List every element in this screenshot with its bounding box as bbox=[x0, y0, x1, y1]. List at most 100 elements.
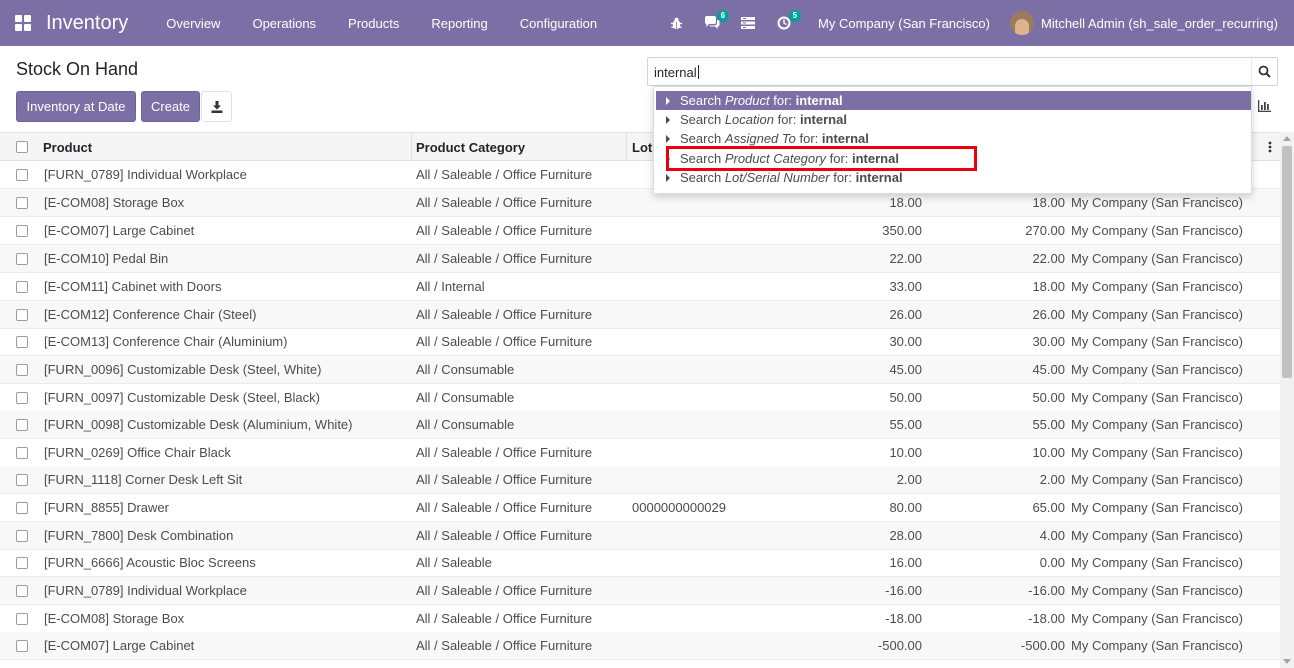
row-checkbox[interactable] bbox=[16, 557, 28, 569]
row-checkbox[interactable] bbox=[16, 392, 28, 404]
table-row[interactable]: [E-COM11] Cabinet with Doors All / Intern… bbox=[0, 273, 1280, 301]
table-row[interactable]: [FURN_0789] Individual Workplace All / Sa… bbox=[0, 577, 1280, 605]
row-checkbox[interactable] bbox=[16, 281, 28, 293]
search-suggestion-item[interactable]: Search Location for: internal bbox=[656, 110, 1251, 129]
row-checkbox[interactable] bbox=[16, 530, 28, 542]
row-checkbox[interactable] bbox=[16, 197, 28, 209]
column-product[interactable]: Product bbox=[38, 133, 412, 161]
chat-badge: 6 bbox=[716, 10, 730, 22]
cell-product-category: All / Saleable / Office Furniture bbox=[416, 500, 593, 515]
create-button[interactable]: Create bbox=[141, 91, 200, 122]
column-product-category[interactable]: Product Category bbox=[412, 133, 627, 161]
table-row[interactable]: [E-COM12] Conference Chair (Steel) All / … bbox=[0, 301, 1280, 329]
bug-icon[interactable] bbox=[658, 0, 694, 46]
cell-quantity: 80.00 bbox=[889, 500, 922, 515]
activity-clock-icon[interactable]: 5 bbox=[766, 0, 802, 46]
table-row[interactable]: [E-COM10] Pedal Bin All / Saleable / Offi… bbox=[0, 245, 1280, 273]
user-menu[interactable]: Mitchell Admin (sh_sale_order_recurring) bbox=[1041, 16, 1294, 31]
cell-company: My Company (San Francisco) bbox=[1071, 390, 1243, 405]
caret-right-icon[interactable] bbox=[656, 134, 680, 143]
search-input[interactable]: internal bbox=[654, 65, 697, 80]
row-checkbox[interactable] bbox=[16, 502, 28, 514]
caret-right-icon[interactable] bbox=[656, 96, 680, 105]
table-row[interactable]: [FURN_0096] Customizable Desk (Steel, Wh… bbox=[0, 356, 1280, 384]
inventory-at-date-button[interactable]: Inventory at Date bbox=[16, 91, 136, 122]
cell-product: [FURN_0096] Customizable Desk (Steel, Wh… bbox=[44, 362, 322, 377]
row-checkbox[interactable] bbox=[16, 585, 28, 597]
cell-reserved-quantity: 65.00 bbox=[1032, 500, 1065, 515]
cell-product: [FURN_0789] Individual Workplace bbox=[44, 583, 247, 598]
scroll-down-arrow[interactable] bbox=[1283, 659, 1291, 664]
menu-overview[interactable]: Overview bbox=[150, 0, 236, 46]
cell-product: [E-COM13] Conference Chair (Aluminium) bbox=[44, 334, 288, 349]
cell-reserved-quantity: 30.00 bbox=[1032, 334, 1065, 349]
cell-quantity: 350.00 bbox=[882, 223, 922, 238]
suggestion-label: Search Product for: internal bbox=[680, 93, 843, 108]
cell-product-category: All / Saleable / Office Furniture bbox=[416, 307, 593, 322]
table-row[interactable]: [E-COM13] Conference Chair (Aluminium) Al… bbox=[0, 328, 1280, 356]
cell-product: [FURN_1118] Corner Desk Left Sit bbox=[44, 472, 243, 487]
download-button[interactable] bbox=[201, 91, 232, 122]
top-navbar: Inventory Overview Operations Products R… bbox=[0, 0, 1294, 46]
row-checkbox[interactable] bbox=[16, 640, 28, 652]
row-checkbox[interactable] bbox=[16, 225, 28, 237]
cell-product-category: All / Saleable / Office Furniture bbox=[416, 528, 593, 543]
table-row[interactable]: [E-COM07] Large Cabinet All / Saleable / … bbox=[0, 217, 1280, 245]
table-row[interactable]: [E-COM08] Storage Box All / Saleable / Of… bbox=[0, 605, 1280, 633]
table-row[interactable]: [FURN_1118] Corner Desk Left Sit All / Sa… bbox=[0, 466, 1280, 494]
table-row[interactable]: [FURN_0269] Office Chair Black All / Sale… bbox=[0, 439, 1280, 467]
row-checkbox[interactable] bbox=[16, 419, 28, 431]
search-field[interactable]: internal bbox=[647, 57, 1278, 86]
caret-right-icon[interactable] bbox=[656, 173, 680, 182]
cell-reserved-quantity: 0.00 bbox=[1039, 555, 1065, 570]
company-switcher[interactable]: My Company (San Francisco) bbox=[802, 16, 1010, 31]
apps-menu-icon[interactable] bbox=[0, 0, 46, 46]
table-row[interactable]: [FURN_0097] Customizable Desk (Steel, Bl… bbox=[0, 384, 1280, 412]
suggestion-prefix: Search bbox=[680, 93, 725, 108]
row-checkbox[interactable] bbox=[16, 447, 28, 459]
pivot-view-icon[interactable] bbox=[1250, 94, 1278, 118]
scroll-up-arrow[interactable] bbox=[1283, 136, 1291, 141]
cell-reserved-quantity: 26.00 bbox=[1032, 307, 1065, 322]
optional-columns-icon[interactable] bbox=[1268, 140, 1276, 154]
download-icon bbox=[211, 100, 222, 113]
search-suggestion-item[interactable]: Search Product for: internal bbox=[656, 91, 1251, 110]
chat-icon[interactable]: 6 bbox=[694, 0, 730, 46]
caret-right-icon[interactable] bbox=[656, 115, 680, 124]
app-title[interactable]: Inventory bbox=[46, 12, 128, 35]
row-checkbox[interactable] bbox=[16, 474, 28, 486]
table-row[interactable]: [FURN_0098] Customizable Desk (Aluminium… bbox=[0, 411, 1280, 439]
table-row[interactable]: [FURN_7800] Desk Combination All / Saleab… bbox=[0, 522, 1280, 550]
select-all-checkbox[interactable] bbox=[16, 141, 28, 153]
vertical-scrollbar[interactable] bbox=[1280, 132, 1294, 668]
row-checkbox[interactable] bbox=[16, 253, 28, 265]
cell-lot bbox=[632, 301, 822, 328]
list-icon[interactable] bbox=[730, 0, 766, 46]
menu-products[interactable]: Products bbox=[332, 0, 415, 46]
menu-operations[interactable]: Operations bbox=[236, 0, 332, 46]
suggestion-label: Search Lot/Serial Number for: internal bbox=[680, 170, 903, 185]
table-row[interactable]: [FURN_8855] Drawer All / Saleable / Offic… bbox=[0, 494, 1280, 522]
scroll-thumb[interactable] bbox=[1282, 146, 1292, 378]
menu-configuration[interactable]: Configuration bbox=[504, 0, 613, 46]
row-checkbox[interactable] bbox=[16, 364, 28, 376]
search-icon[interactable] bbox=[1251, 58, 1277, 85]
table-row[interactable]: [FURN_6666] Acoustic Bloc Screens All / S… bbox=[0, 549, 1280, 577]
cell-quantity: -500.00 bbox=[877, 638, 922, 653]
cell-product-category: All / Saleable / Office Furniture bbox=[416, 167, 593, 182]
row-checkbox[interactable] bbox=[16, 169, 28, 181]
cell-lot bbox=[632, 632, 822, 659]
cell-product: [E-COM08] Storage Box bbox=[44, 195, 185, 210]
row-checkbox[interactable] bbox=[16, 309, 28, 321]
table-row[interactable]: [E-COM07] Large Cabinet All / Saleable / … bbox=[0, 632, 1280, 660]
cell-company: My Company (San Francisco) bbox=[1071, 445, 1243, 460]
row-checkbox[interactable] bbox=[16, 336, 28, 348]
row-checkbox[interactable] bbox=[16, 613, 28, 625]
search-autocomplete-dropdown: Search Product for: internal Search Locat… bbox=[653, 86, 1252, 194]
suggestion-label: Search Assigned To for: internal bbox=[680, 131, 869, 146]
menu-reporting[interactable]: Reporting bbox=[415, 0, 503, 46]
user-avatar[interactable] bbox=[1010, 11, 1034, 35]
cell-quantity: 55.00 bbox=[889, 417, 922, 432]
cell-lot bbox=[632, 522, 822, 549]
cell-quantity: 22.00 bbox=[889, 251, 922, 266]
